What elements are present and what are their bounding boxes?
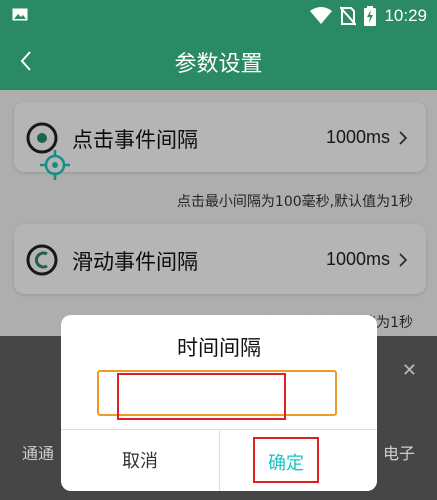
dialog-divider-vertical <box>219 429 220 491</box>
no-sim-icon <box>340 6 357 26</box>
battery-charging-icon <box>364 6 377 26</box>
background-text-right: 电子 <box>382 444 415 463</box>
wifi-icon <box>310 7 333 24</box>
interval-input[interactable] <box>117 373 286 420</box>
close-icon[interactable]: ✕ <box>402 360 417 381</box>
interval-dialog: 时间间隔 取消 确定 <box>61 315 377 491</box>
confirm-button[interactable]: 确定 <box>253 437 319 483</box>
cancel-button[interactable]: 取消 <box>61 430 219 491</box>
background-text-left: 通通 <box>22 444 55 463</box>
status-bar: 10:29 <box>0 0 437 32</box>
app-bar: 参数设置 <box>0 32 437 90</box>
status-time: 10:29 <box>384 6 427 25</box>
page-title: 参数设置 <box>174 52 263 77</box>
dialog-title: 时间间隔 <box>177 336 261 360</box>
image-icon <box>12 8 28 21</box>
